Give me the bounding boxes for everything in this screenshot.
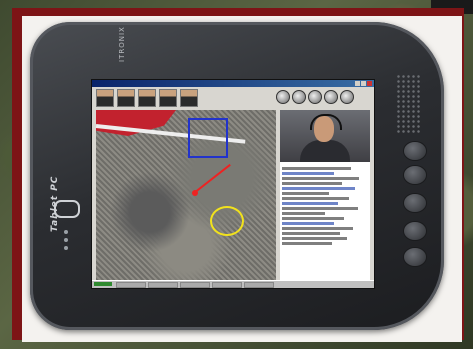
minimize-icon[interactable]	[355, 81, 360, 86]
chat-line	[282, 227, 353, 230]
chat-line	[282, 217, 344, 220]
participant-thumbnail[interactable]	[138, 89, 156, 107]
speaker-grille	[396, 74, 422, 134]
participant-thumbnails	[96, 89, 198, 107]
status-led	[64, 230, 68, 234]
start-button[interactable]	[94, 282, 112, 286]
target-marker	[192, 190, 198, 196]
maximize-icon[interactable]	[361, 81, 366, 86]
hardware-button[interactable]	[404, 166, 426, 184]
direction-arrow	[193, 163, 231, 194]
record-button[interactable]	[308, 90, 322, 104]
stop-button[interactable]	[292, 90, 306, 104]
chat-line	[282, 187, 356, 190]
hardware-button[interactable]	[404, 194, 426, 212]
chat-line	[282, 232, 341, 235]
participant-thumbnail[interactable]	[159, 89, 177, 107]
chat-line	[282, 222, 334, 225]
video-feed	[280, 110, 370, 162]
participant-thumbnail[interactable]	[180, 89, 198, 107]
status-led	[64, 238, 68, 242]
person-body	[300, 140, 350, 162]
chat-line	[282, 212, 325, 215]
tablet-screen	[91, 79, 375, 289]
media-controls	[276, 90, 354, 104]
close-icon[interactable]	[367, 81, 372, 86]
taskbar-item[interactable]	[116, 282, 146, 288]
chat-line	[282, 177, 360, 180]
participant-thumbnail[interactable]	[117, 89, 135, 107]
settings-button[interactable]	[340, 90, 354, 104]
status-led	[64, 246, 68, 250]
chat-line	[282, 197, 350, 200]
hardware-button[interactable]	[404, 142, 426, 160]
product-label: Tablet PC	[50, 175, 60, 232]
chat-line	[282, 202, 338, 205]
taskbar-item[interactable]	[244, 282, 274, 288]
chat-line	[282, 237, 348, 240]
chat-line	[282, 182, 343, 185]
chat-line	[282, 172, 334, 175]
chat-log	[282, 165, 368, 247]
satellite-map[interactable]	[95, 110, 276, 280]
taskbar	[92, 280, 374, 288]
chat-line	[282, 192, 330, 195]
participant-thumbnail[interactable]	[96, 89, 114, 107]
taskbar-item[interactable]	[212, 282, 242, 288]
area-circle	[210, 206, 244, 236]
chat-line	[282, 207, 358, 210]
hardware-button[interactable]	[404, 248, 426, 266]
play-button[interactable]	[276, 90, 290, 104]
hardware-button[interactable]	[404, 222, 426, 240]
window-titlebar	[92, 80, 374, 87]
brand-label: ITRONIX	[118, 26, 126, 62]
volume-button[interactable]	[324, 90, 338, 104]
chat-line	[282, 167, 351, 170]
side-panel	[280, 110, 370, 280]
taskbar-item[interactable]	[148, 282, 178, 288]
headset-icon	[310, 114, 342, 130]
chat-line	[282, 242, 332, 245]
taskbar-item[interactable]	[180, 282, 210, 288]
selection-box	[188, 118, 228, 158]
